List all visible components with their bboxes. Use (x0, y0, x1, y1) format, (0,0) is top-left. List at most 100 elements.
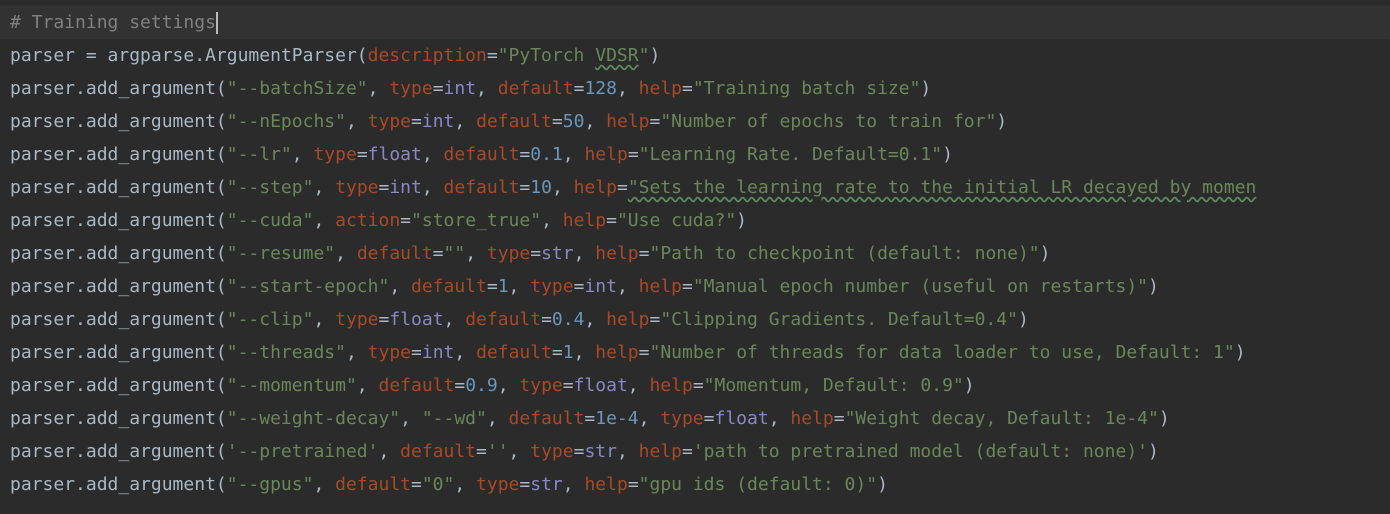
punct-token: = (616, 177, 628, 198)
string-token: '' (486, 441, 509, 462)
punct-token: , (454, 474, 477, 495)
code-line-add-argument[interactable]: parser.add_argument("--nEpochs", type=in… (0, 105, 1390, 138)
call-token: parser.add_argument( (10, 78, 227, 99)
string-token: "Number of threads for data loader to us… (649, 342, 1235, 363)
punct-token: = (378, 309, 390, 330)
keyword-token: help (595, 243, 639, 264)
string-token: "Learning Rate. Default=0.1" (638, 144, 943, 165)
punct-token: = (411, 474, 422, 495)
keyword-token: default (497, 78, 574, 99)
code-line-add-argument[interactable]: parser.add_argument("--cuda", action="st… (0, 204, 1390, 237)
call-token: parser.add_argument( (10, 408, 227, 429)
code-editor[interactable]: # Training settings parser = argparse.Ar… (0, 0, 1390, 514)
punct-token: , (638, 408, 661, 429)
number-token: 1 (562, 342, 574, 363)
parser-eq: = (486, 45, 498, 66)
code-line-add-argument[interactable]: parser.add_argument("--step", type=int, … (0, 171, 1390, 204)
keyword-token: default (443, 144, 520, 165)
builtin-token: float (573, 375, 628, 396)
punct-token: , (616, 78, 639, 99)
punct-token: ) (1148, 441, 1159, 462)
code-line-add-argument[interactable]: parser.add_argument("--clip", type=float… (0, 303, 1390, 336)
punct-token: , (584, 309, 607, 330)
keyword-token: type (367, 111, 412, 132)
keyword-token: type (486, 243, 531, 264)
punct-token: , (508, 441, 531, 462)
punct-token: , (573, 342, 596, 363)
keyword-token: default (476, 111, 552, 132)
punct-token: , (313, 474, 336, 495)
code-line-add-argument[interactable]: parser.add_argument("--resume", default=… (0, 237, 1390, 270)
keyword-token: default (443, 177, 520, 198)
string-token: "Manual epoch number (useful on restarts… (692, 276, 1148, 297)
code-line-add-argument[interactable]: parser.add_argument("--threads", type=in… (0, 336, 1390, 369)
punct-token: , (356, 375, 379, 396)
builtin-token: int (389, 177, 422, 198)
punct-token: , (421, 177, 444, 198)
punct-token: , (627, 375, 650, 396)
parser-lhs: parser = argparse.ArgumentParser( (10, 45, 368, 66)
keyword-token: help (606, 111, 650, 132)
builtin-token: float (389, 309, 444, 330)
call-token: parser.add_argument( (10, 441, 227, 462)
keyword-token: default (476, 342, 552, 363)
punct-token: , (345, 111, 368, 132)
punct-token: ) (963, 375, 975, 396)
builtin-token: int (421, 342, 455, 363)
punct-token: ) (877, 474, 888, 495)
keyword-token: type (313, 144, 357, 165)
call-token: parser.add_argument( (10, 276, 227, 297)
punct-token: , (421, 144, 444, 165)
code-line-add-argument[interactable]: parser.add_argument("--start-epoch", def… (0, 270, 1390, 303)
keyword-token: help (573, 177, 617, 198)
keyword-token: type (530, 441, 574, 462)
string-token: "Weight decay, Default: 1e-4" (844, 408, 1159, 429)
punct-token: , (345, 342, 368, 363)
string-token: "--cuda" (226, 210, 314, 231)
code-line-add-argument[interactable]: parser.add_argument("--momentum", defaul… (0, 369, 1390, 402)
punct-token: , (486, 408, 509, 429)
call-token: parser.add_argument( (10, 375, 227, 396)
code-line-comment[interactable]: # Training settings (0, 6, 1390, 39)
code-line-add-argument[interactable]: parser.add_argument("--gpus", default="0… (0, 468, 1390, 501)
string-token: 'path to pretrained model (default: none… (692, 441, 1148, 462)
punct-token: , (313, 210, 336, 231)
comment-text: # Training settings (10, 12, 216, 33)
punct-token: ) (1234, 342, 1246, 363)
string-token: "--wd" (421, 408, 487, 429)
punct-token: = (411, 111, 422, 132)
punct-token: = (649, 309, 661, 330)
punct-token: , (313, 309, 336, 330)
builtin-token: float (714, 408, 769, 429)
string-token: '--pretrained' (226, 441, 379, 462)
punct-token: = (627, 474, 639, 495)
keyword-token: action (335, 210, 401, 231)
number-token: 128 (584, 78, 617, 99)
punct-token: ) (1158, 408, 1170, 429)
code-line-add-argument[interactable]: parser.add_argument("--batchSize", type=… (0, 72, 1390, 105)
code-line-add-argument[interactable]: parser.add_argument("--lr", type=float, … (0, 138, 1390, 171)
text-caret (215, 12, 218, 34)
punct-token: = (411, 342, 422, 363)
number-token: 0.1 (530, 144, 563, 165)
code-line-parser[interactable]: parser = argparse.ArgumentParser(descrip… (0, 39, 1390, 72)
keyword-token: help (638, 78, 682, 99)
keyword-token: default (335, 474, 411, 495)
builtin-token: str (530, 474, 563, 495)
parser-kw: description (367, 45, 487, 66)
builtin-token: str (541, 243, 574, 264)
punct-token: , (454, 111, 477, 132)
keyword-token: help (649, 375, 693, 396)
string-token: "--clip" (226, 309, 314, 330)
builtin-token: int (421, 111, 455, 132)
punct-token: , (313, 177, 336, 198)
punct-token: , (443, 309, 466, 330)
code-line-add-argument[interactable]: parser.add_argument("--weight-decay", "-… (0, 402, 1390, 435)
code-line-add-argument[interactable]: parser.add_argument('--pretrained', defa… (0, 435, 1390, 468)
punct-token: , (508, 276, 531, 297)
keyword-token: help (606, 309, 650, 330)
keyword-token: default (508, 408, 585, 429)
punct-token: = (703, 408, 715, 429)
punct-token: = (649, 111, 661, 132)
number-token: 10 (530, 177, 552, 198)
